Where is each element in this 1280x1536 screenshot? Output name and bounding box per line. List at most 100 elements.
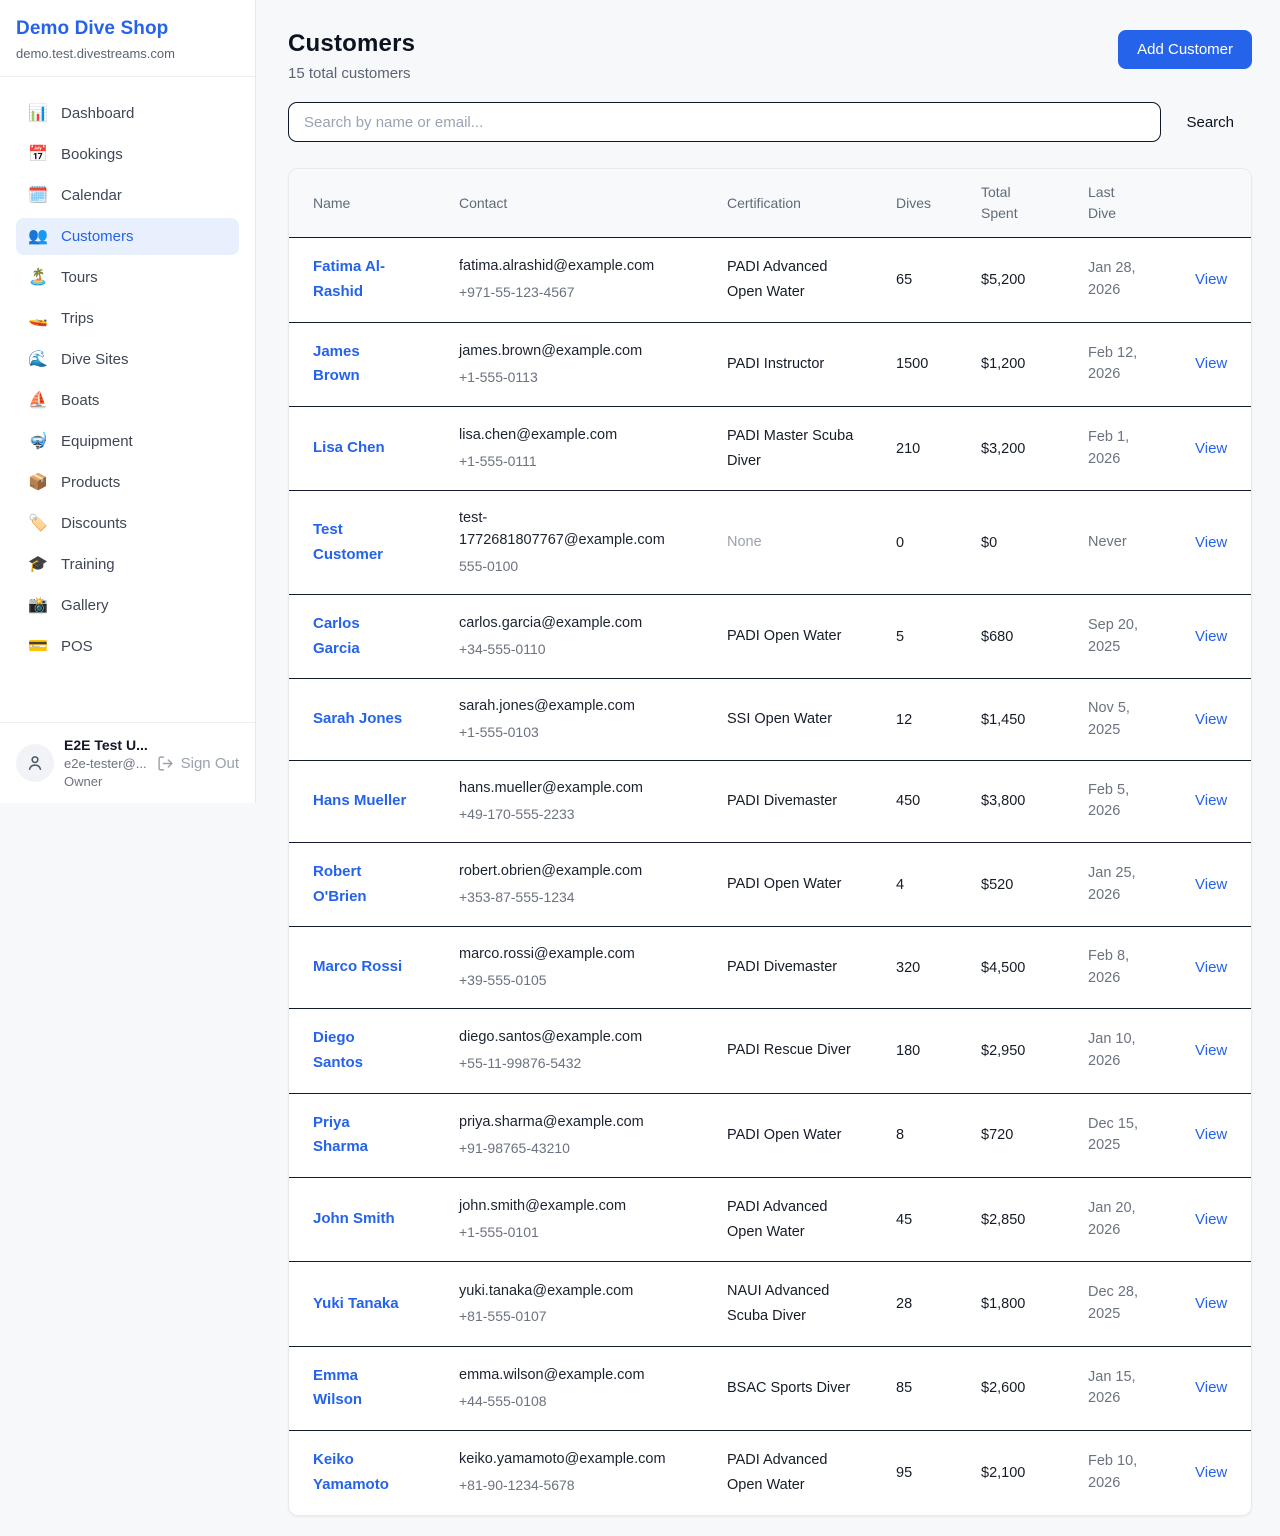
customer-certification: SSI Open Water [727, 711, 832, 727]
customer-total-spent: $0 [981, 535, 997, 551]
dashboard-icon: 📊 [28, 106, 48, 122]
customer-phone: +1-555-0111 [459, 451, 687, 472]
customer-name-link[interactable]: Robert O'Brien [313, 860, 407, 910]
view-customer-link[interactable]: View [1195, 1379, 1227, 1396]
customer-certification: PADI Master Scuba Diver [727, 428, 853, 469]
sidebar-item-bookings[interactable]: 📅 Bookings [16, 136, 239, 173]
column-header-last-dive: Last Dive [1064, 169, 1171, 238]
discounts-icon: 🏷️ [28, 516, 48, 532]
customer-name-link[interactable]: Priya Sharma [313, 1111, 407, 1161]
sidebar-item-gallery[interactable]: 📸 Gallery [16, 587, 239, 624]
table-header-row: Name Contact Certification Dives Total S… [289, 169, 1252, 238]
view-customer-link[interactable]: View [1195, 959, 1227, 976]
view-customer-link[interactable]: View [1195, 792, 1227, 809]
user-meta: E2E Test U... e2e-tester@... Owner [64, 737, 147, 789]
customer-dives: 8 [896, 1127, 904, 1143]
customer-name-link[interactable]: Emma Wilson [313, 1364, 407, 1414]
column-header-contact: Contact [435, 169, 703, 238]
add-customer-button[interactable]: Add Customer [1118, 30, 1252, 69]
table-row: Hans Mueller hans.mueller@example.com +4… [289, 761, 1252, 843]
sidebar-item-equipment[interactable]: 🤿 Equipment [16, 423, 239, 460]
customer-dives: 45 [896, 1212, 912, 1228]
view-customer-link[interactable]: View [1195, 876, 1227, 893]
sidebar-item-training[interactable]: 🎓 Training [16, 546, 239, 583]
customer-dives: 85 [896, 1380, 912, 1396]
user-email: e2e-tester@... [64, 756, 147, 771]
table-row: Fatima Al-Rashid fatima.alrashid@example… [289, 238, 1252, 323]
sidebar-item-boats[interactable]: ⛵ Boats [16, 382, 239, 419]
customer-name-link[interactable]: Marco Rossi [313, 955, 402, 980]
customer-email: robert.obrien@example.com [459, 861, 687, 883]
shop-domain: demo.test.divestreams.com [16, 46, 239, 61]
view-customer-link[interactable]: View [1195, 1126, 1227, 1143]
equipment-icon: 🤿 [28, 434, 48, 450]
customer-total-spent: $720 [981, 1127, 1013, 1143]
column-header-actions [1171, 169, 1252, 238]
bookings-icon: 📅 [28, 147, 48, 163]
view-customer-link[interactable]: View [1195, 1042, 1227, 1059]
view-customer-link[interactable]: View [1195, 711, 1227, 728]
main-content: Customers 15 total customers Add Custome… [256, 0, 1280, 1536]
view-customer-link[interactable]: View [1195, 271, 1227, 288]
sidebar-item-label: Dashboard [61, 105, 134, 122]
customer-dives: 4 [896, 877, 904, 893]
sidebar-item-pos[interactable]: 💳 POS [16, 628, 239, 665]
customer-name-link[interactable]: Hans Mueller [313, 789, 406, 814]
sidebar-item-trips[interactable]: 🚤 Trips [16, 300, 239, 337]
customer-last-dive: Sep 20, 2025 [1088, 615, 1148, 659]
sidebar: Demo Dive Shop demo.test.divestreams.com… [0, 0, 256, 803]
customer-last-dive: Jan 15, 2026 [1088, 1367, 1148, 1411]
customer-email: sarah.jones@example.com [459, 696, 687, 718]
table-row: James Brown james.brown@example.com +1-5… [289, 322, 1252, 407]
search-button[interactable]: Search [1161, 114, 1252, 131]
view-customer-link[interactable]: View [1195, 628, 1227, 645]
customer-name-link[interactable]: Keiko Yamamoto [313, 1448, 407, 1498]
view-customer-link[interactable]: View [1195, 1211, 1227, 1228]
customer-certification: PADI Divemaster [727, 793, 837, 809]
table-row: Lisa Chen lisa.chen@example.com +1-555-0… [289, 407, 1252, 491]
customer-phone: +353-87-555-1234 [459, 887, 687, 908]
brand-block: Demo Dive Shop demo.test.divestreams.com [0, 0, 255, 77]
customer-name-link[interactable]: Yuki Tanaka [313, 1292, 399, 1317]
view-customer-link[interactable]: View [1195, 440, 1227, 457]
customer-name-link[interactable]: Sarah Jones [313, 707, 402, 732]
customer-name-link[interactable]: John Smith [313, 1207, 395, 1232]
view-customer-link[interactable]: View [1195, 1295, 1227, 1312]
customer-email: marco.rossi@example.com [459, 944, 687, 966]
sidebar-item-products[interactable]: 📦 Products [16, 464, 239, 501]
tours-icon: 🏝️ [28, 270, 48, 286]
customer-phone: +34-555-0110 [459, 639, 687, 660]
sidebar-item-tours[interactable]: 🏝️ Tours [16, 259, 239, 296]
customer-certification: PADI Open Water [727, 876, 841, 892]
customer-email: fatima.alrashid@example.com [459, 256, 687, 278]
sidebar-item-calendar[interactable]: 🗓️ Calendar [16, 177, 239, 214]
sidebar-item-customers[interactable]: 👥 Customers [16, 218, 239, 255]
customer-name-link[interactable]: Fatima Al-Rashid [313, 255, 407, 305]
table-row: Yuki Tanaka yuki.tanaka@example.com +81-… [289, 1262, 1252, 1346]
customer-last-dive: Never [1088, 532, 1127, 554]
customer-name-link[interactable]: Lisa Chen [313, 436, 385, 461]
sidebar-item-label: Calendar [61, 187, 122, 204]
sign-out-button[interactable]: Sign Out [157, 755, 239, 772]
customer-name-link[interactable]: Carlos Garcia [313, 612, 407, 662]
table-row: Marco Rossi marco.rossi@example.com +39-… [289, 927, 1252, 1009]
sidebar-item-dashboard[interactable]: 📊 Dashboard [16, 95, 239, 132]
products-icon: 📦 [28, 475, 48, 491]
view-customer-link[interactable]: View [1195, 355, 1227, 372]
customer-last-dive: Feb 12, 2026 [1088, 343, 1148, 387]
customers-icon: 👥 [28, 229, 48, 245]
customer-name-link[interactable]: James Brown [313, 340, 407, 390]
sidebar-item-dive-sites[interactable]: 🌊 Dive Sites [16, 341, 239, 378]
sidebar-item-label: Boats [61, 392, 99, 409]
table-row: Keiko Yamamoto keiko.yamamoto@example.co… [289, 1431, 1252, 1515]
search-input[interactable] [288, 102, 1161, 142]
customer-name-link[interactable]: Test Customer [313, 518, 407, 568]
view-customer-link[interactable]: View [1195, 534, 1227, 551]
customer-certification: NAUI Advanced Scuba Diver [727, 1283, 829, 1324]
view-customer-link[interactable]: View [1195, 1464, 1227, 1481]
column-header-dives: Dives [872, 169, 957, 238]
sidebar-item-discounts[interactable]: 🏷️ Discounts [16, 505, 239, 542]
shop-name[interactable]: Demo Dive Shop [16, 18, 239, 40]
sidebar-item-label: POS [61, 638, 93, 655]
customer-name-link[interactable]: Diego Santos [313, 1026, 407, 1076]
